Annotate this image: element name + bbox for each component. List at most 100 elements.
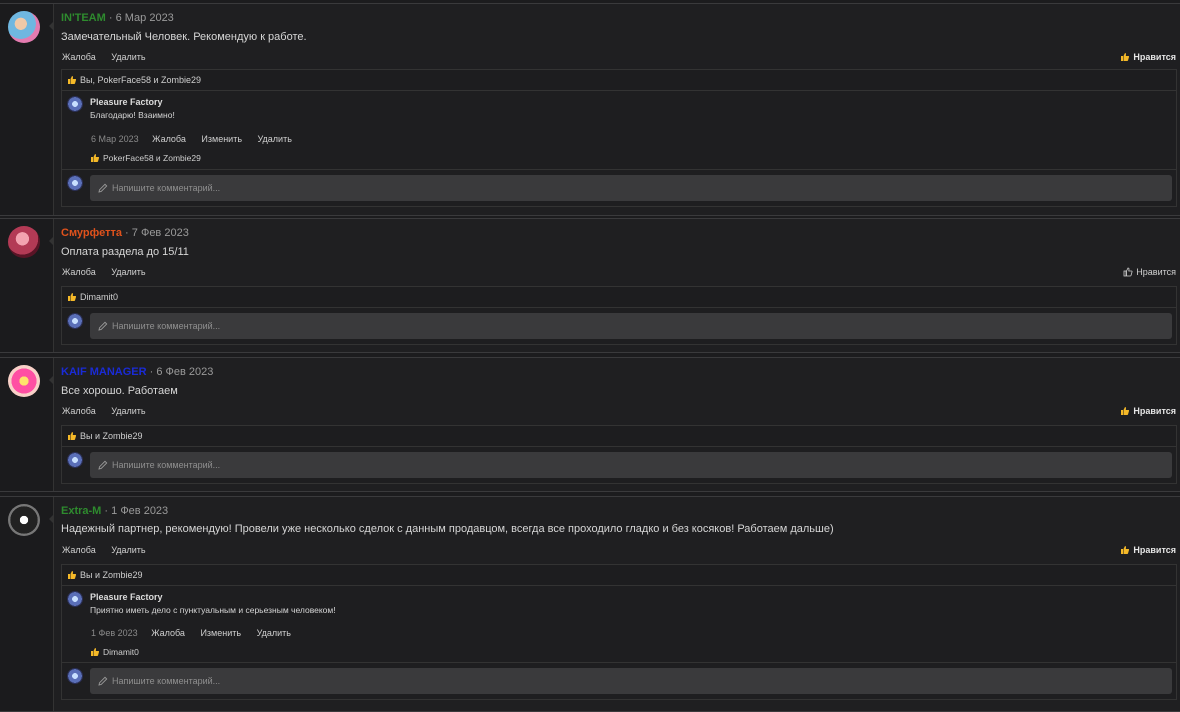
report-link[interactable]: Жалоба	[62, 267, 96, 277]
comment-input[interactable]: Напишите комментарий...	[90, 313, 1172, 339]
post-actions: Жалоба Удалить	[62, 52, 159, 62]
thumbs-up-icon	[91, 154, 100, 162]
post-actions: Жалоба Удалить	[62, 545, 159, 555]
likes-bar[interactable]: Вы и Zombie29	[61, 425, 1177, 447]
post-author[interactable]: KAIF MANAGER	[61, 366, 147, 378]
report-link[interactable]: Жалоба	[151, 628, 185, 638]
post-comments: Вы, PokerFace58 и Zombie29 Pleasure Fact…	[61, 69, 1177, 207]
thumbs-up-icon	[68, 293, 77, 301]
reply-author[interactable]: Pleasure Factory	[90, 97, 163, 107]
profile-post: KAIF MANAGER · 6 Фев 2023 Все хорошо. Ра…	[0, 357, 1180, 492]
like-label: Нравится	[1136, 267, 1176, 277]
comment-input[interactable]: Напишите комментарий...	[90, 668, 1172, 694]
pencil-icon	[98, 460, 108, 470]
avatar-notch	[49, 21, 54, 31]
post-comments: Вы и Zombie29 Pleasure Factory Приятно и…	[61, 564, 1177, 700]
post-actions: Жалоба Удалить	[62, 406, 159, 416]
post-comments: Вы и Zombie29 Напишите комментарий...	[61, 425, 1177, 484]
post-date[interactable]: 1 Фев 2023	[111, 505, 168, 517]
post-author[interactable]: Смурфетта	[61, 227, 122, 239]
profile-post: Extra-M · 1 Фев 2023 Надежный партнер, р…	[0, 496, 1180, 712]
avatar-column	[0, 4, 54, 215]
comment-placeholder: Напишите комментарий...	[112, 183, 221, 193]
comment-row: Напишите комментарий...	[61, 170, 1177, 207]
avatar-column	[0, 497, 54, 711]
post-text: Надежный партнер, рекомендую! Провели уж…	[61, 523, 834, 535]
avatar[interactable]	[8, 226, 40, 258]
mini-avatar	[67, 452, 83, 468]
post-text: Оплата раздела до 15/11	[61, 246, 189, 258]
report-link[interactable]: Жалоба	[152, 134, 186, 144]
avatar-notch	[49, 514, 54, 524]
avatar[interactable]	[8, 504, 40, 536]
thumbs-up-icon	[68, 76, 77, 84]
comment-row: Напишите комментарий...	[61, 447, 1177, 484]
mini-avatar[interactable]	[67, 591, 83, 607]
comment-placeholder: Напишите комментарий...	[112, 321, 221, 331]
reply-comment: Pleasure Factory Благодарю! Взаимно! 6 М…	[61, 91, 1177, 170]
reply-comment: Pleasure Factory Приятно иметь дело с пу…	[61, 586, 1177, 663]
comment-input[interactable]: Напишите комментарий...	[90, 175, 1172, 201]
report-link[interactable]: Жалоба	[62, 406, 96, 416]
separator: ·	[108, 12, 113, 24]
pencil-icon	[98, 676, 108, 686]
comment-row: Напишите комментарий...	[61, 663, 1177, 700]
avatar-notch	[49, 236, 54, 246]
post-author[interactable]: IN'TEAM	[61, 12, 106, 24]
pencil-icon	[98, 183, 108, 193]
delete-link[interactable]: Удалить	[111, 52, 145, 62]
mini-avatar	[67, 313, 83, 329]
like-button[interactable]: Нравится	[1120, 406, 1176, 416]
likes-bar[interactable]: Вы, PokerFace58 и Zombie29	[61, 69, 1177, 91]
likes-bar[interactable]: Вы и Zombie29	[61, 564, 1177, 586]
like-button[interactable]: Нравится	[1120, 52, 1176, 62]
delete-link[interactable]: Удалить	[111, 545, 145, 555]
avatar-column	[0, 219, 54, 352]
likes-bar[interactable]: Dimamit0	[61, 286, 1177, 308]
reply-date[interactable]: 1 Фев 2023	[91, 628, 138, 638]
reply-likes[interactable]: Dimamit0	[90, 647, 139, 657]
likes-text: Вы и Zombie29	[80, 570, 143, 580]
avatar-column	[0, 358, 54, 491]
like-label: Нравится	[1133, 406, 1176, 416]
reply-meta: 1 Фев 2023 Жалоба Изменить Удалить	[91, 628, 304, 638]
thumbs-up-icon	[1121, 53, 1130, 61]
reply-text: Приятно иметь дело с пунктуальным и серь…	[90, 605, 336, 615]
report-link[interactable]: Жалоба	[62, 52, 96, 62]
reply-author[interactable]: Pleasure Factory	[90, 592, 163, 602]
profile-post: IN'TEAM · 6 Мар 2023 Замечательный Челов…	[0, 3, 1180, 216]
delete-link[interactable]: Удалить	[111, 406, 145, 416]
report-link[interactable]: Жалоба	[62, 545, 96, 555]
reply-likes-text: Dimamit0	[103, 647, 139, 657]
likes-text: Dimamit0	[80, 292, 119, 302]
post-text: Замечательный Человек. Рекомендую к рабо…	[61, 31, 307, 43]
edit-link[interactable]: Изменить	[200, 628, 241, 638]
thumbs-up-icon	[1121, 546, 1130, 554]
post-header: IN'TEAM · 6 Мар 2023	[61, 12, 174, 24]
separator: ·	[125, 227, 129, 239]
pencil-icon	[98, 321, 108, 331]
post-date[interactable]: 6 Мар 2023	[116, 12, 174, 24]
edit-link[interactable]: Изменить	[201, 134, 242, 144]
mini-avatar[interactable]	[67, 96, 83, 112]
mini-avatar	[67, 668, 83, 684]
comment-placeholder: Напишите комментарий...	[112, 460, 221, 470]
comment-input[interactable]: Напишите комментарий...	[90, 452, 1172, 478]
like-label: Нравится	[1133, 52, 1176, 62]
avatar[interactable]	[8, 365, 40, 397]
reply-text: Благодарю! Взаимно!	[90, 110, 175, 120]
delete-link[interactable]: Удалить	[111, 267, 145, 277]
post-author[interactable]: Extra-M	[61, 505, 101, 517]
thumbs-up-icon	[91, 648, 100, 656]
post-date[interactable]: 7 Фев 2023	[132, 227, 189, 239]
post-date[interactable]: 6 Фев 2023	[156, 366, 213, 378]
reply-date[interactable]: 6 Мар 2023	[91, 134, 139, 144]
delete-link[interactable]: Удалить	[258, 134, 292, 144]
avatar[interactable]	[8, 11, 40, 43]
thumbs-up-icon	[1121, 407, 1130, 415]
delete-link[interactable]: Удалить	[257, 628, 291, 638]
post-actions: Жалоба Удалить	[62, 267, 159, 277]
like-button[interactable]: Нравится	[1120, 545, 1176, 555]
like-button[interactable]: Нравится	[1123, 267, 1176, 277]
reply-likes[interactable]: PokerFace58 и Zombie29	[90, 153, 201, 163]
